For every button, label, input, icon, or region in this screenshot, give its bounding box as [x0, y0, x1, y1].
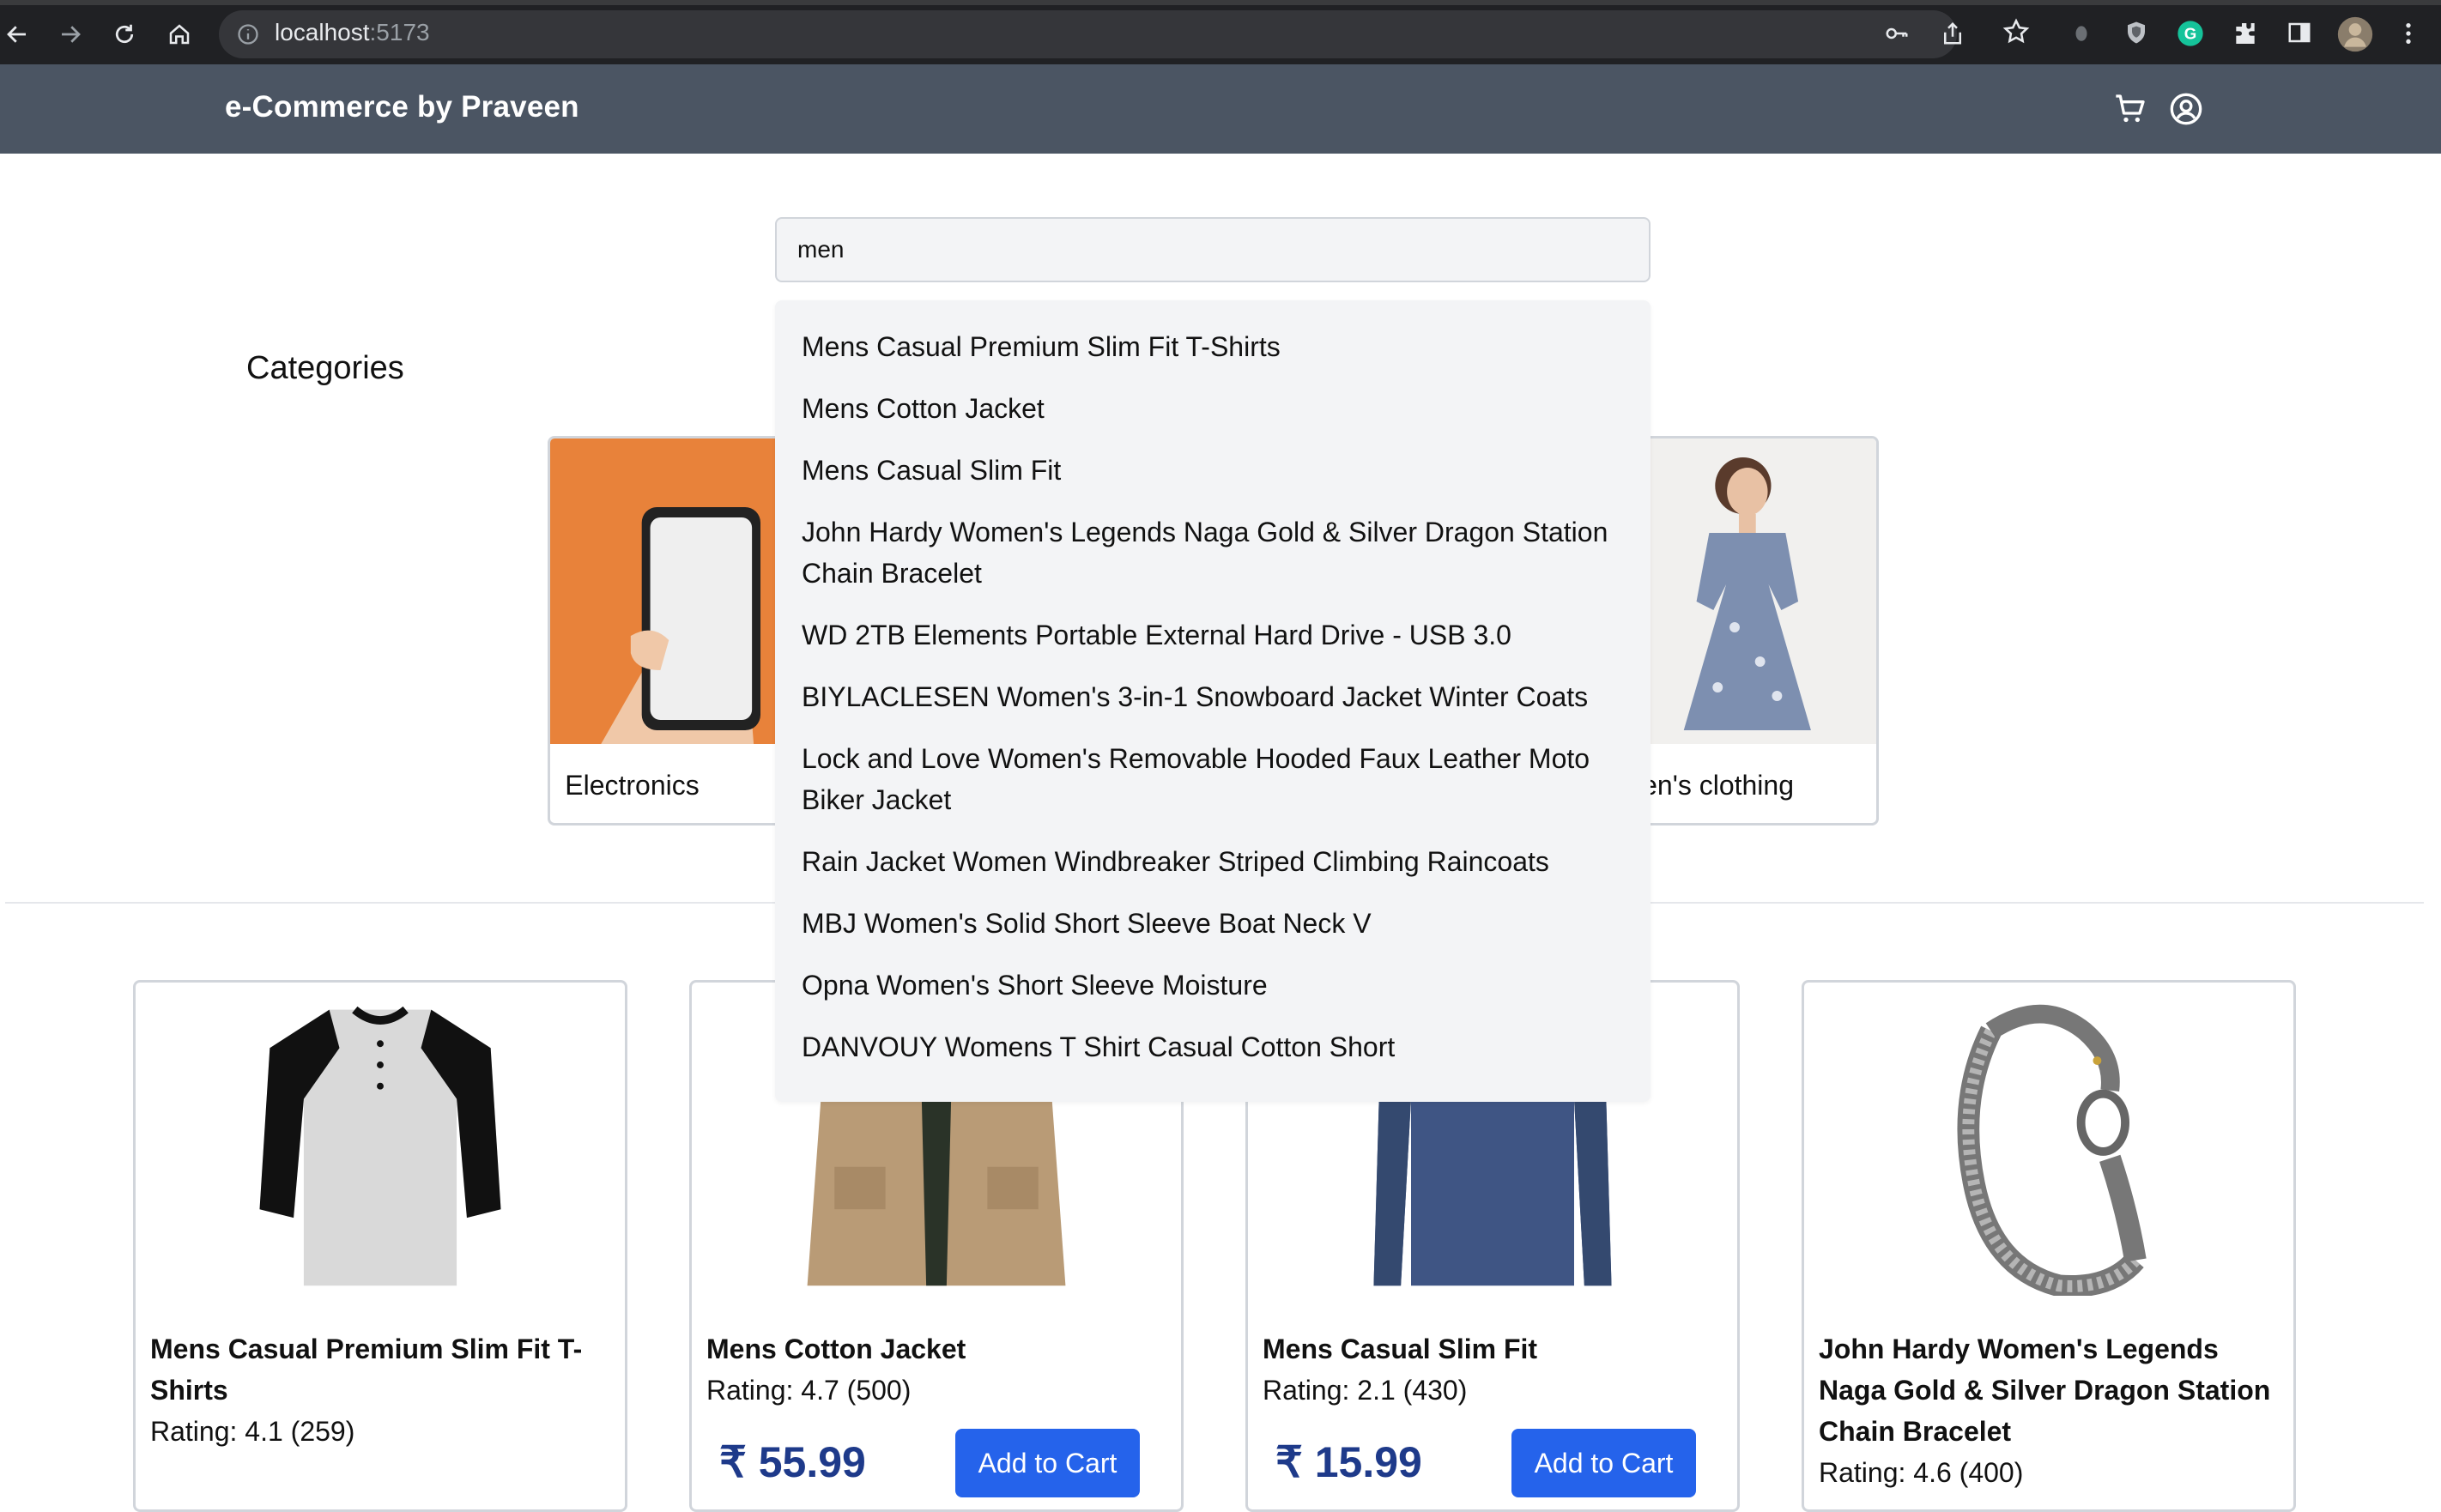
search-suggestions-dropdown: Mens Casual Premium Slim Fit T-Shirts Me…	[775, 300, 1651, 1102]
suggestion-item[interactable]: MBJ Women's Solid Short Sleeve Boat Neck…	[802, 903, 1626, 944]
profile-avatar-icon[interactable]	[2336, 15, 2374, 53]
side-panel-icon[interactable]	[2287, 20, 2312, 45]
product-price: ₹ 55.99	[719, 1438, 866, 1486]
suggestion-item[interactable]: Mens Casual Premium Slim Fit T-Shirts	[802, 326, 1626, 367]
suggestion-item[interactable]: Rain Jacket Women Windbreaker Striped Cl…	[802, 841, 1626, 882]
browser-toolbar: localhost:5173 G	[0, 0, 2441, 64]
grammarly-icon[interactable]: G	[2177, 20, 2204, 47]
add-to-cart-button[interactable]: Add to Cart	[955, 1429, 1140, 1497]
app-header: e-Commerce by Praveen	[0, 64, 2441, 154]
henley-tshirt-image	[259, 1006, 501, 1286]
product-card[interactable]: John Hardy Women's Legends Naga Gold & S…	[1802, 980, 2296, 1512]
home-icon[interactable]	[162, 17, 197, 51]
product-rating: Rating: 2.1 (430)	[1263, 1375, 1468, 1406]
user-account-icon[interactable]	[2169, 92, 2203, 130]
product-title[interactable]: John Hardy Women's Legends Naga Gold & S…	[1819, 1328, 2282, 1452]
cart-icon[interactable]	[2113, 92, 2147, 130]
extension-dot-icon[interactable]	[2070, 20, 2093, 45]
product-rating: Rating: 4.6 (400)	[1819, 1457, 2024, 1488]
reload-icon[interactable]	[107, 17, 142, 51]
svg-text:G: G	[2184, 25, 2197, 43]
product-title[interactable]: Mens Cotton Jacket	[706, 1328, 1170, 1370]
product-title[interactable]: Mens Casual Premium Slim Fit T-Shirts	[150, 1328, 614, 1411]
key-icon[interactable]	[1884, 21, 1910, 46]
product-card[interactable]: Mens Casual Premium Slim Fit T-Shirts Ra…	[133, 980, 627, 1512]
product-rating: Rating: 4.1 (259)	[150, 1416, 355, 1447]
suggestion-item[interactable]: Mens Cotton Jacket	[802, 388, 1626, 429]
shield-extension-icon[interactable]	[2123, 20, 2149, 45]
dragon-bracelet-image	[1957, 1004, 2147, 1296]
suggestion-item[interactable]: BIYLACLESEN Women's 3-in-1 Snowboard Jac…	[802, 676, 1626, 717]
browser-menu-icon[interactable]	[2402, 20, 2415, 47]
product-price: ₹ 15.99	[1275, 1438, 1422, 1486]
suggestion-item[interactable]: Lock and Love Women's Removable Hooded F…	[802, 738, 1617, 820]
product-title[interactable]: Mens Casual Slim Fit	[1263, 1328, 1726, 1370]
suggestion-item[interactable]: John Hardy Women's Legends Naga Gold & S…	[802, 511, 1626, 594]
brand-title[interactable]: e-Commerce by Praveen	[225, 90, 579, 124]
suggestion-item[interactable]: Opna Women's Short Sleeve Moisture	[802, 965, 1626, 1006]
suggestion-item[interactable]: Mens Casual Slim Fit	[802, 450, 1626, 491]
back-icon[interactable]	[0, 17, 34, 51]
share-icon[interactable]	[1940, 21, 1966, 46]
address-bar[interactable]: localhost:5173	[219, 10, 1961, 58]
product-rating: Rating: 4.7 (500)	[706, 1375, 912, 1406]
forward-icon[interactable]	[53, 17, 88, 51]
puzzle-extensions-icon[interactable]	[2232, 20, 2259, 47]
address-text: localhost:5173	[275, 19, 430, 45]
bookmark-star-icon[interactable]	[2002, 17, 2031, 46]
categories-heading: Categories	[246, 350, 404, 386]
search-input[interactable]	[775, 217, 1651, 282]
suggestion-item[interactable]: WD 2TB Elements Portable External Hard D…	[802, 614, 1626, 656]
add-to-cart-button[interactable]: Add to Cart	[1511, 1429, 1696, 1497]
site-info-icon[interactable]	[236, 22, 260, 46]
suggestion-item[interactable]: DANVOUY Womens T Shirt Casual Cotton Sho…	[802, 1026, 1626, 1067]
